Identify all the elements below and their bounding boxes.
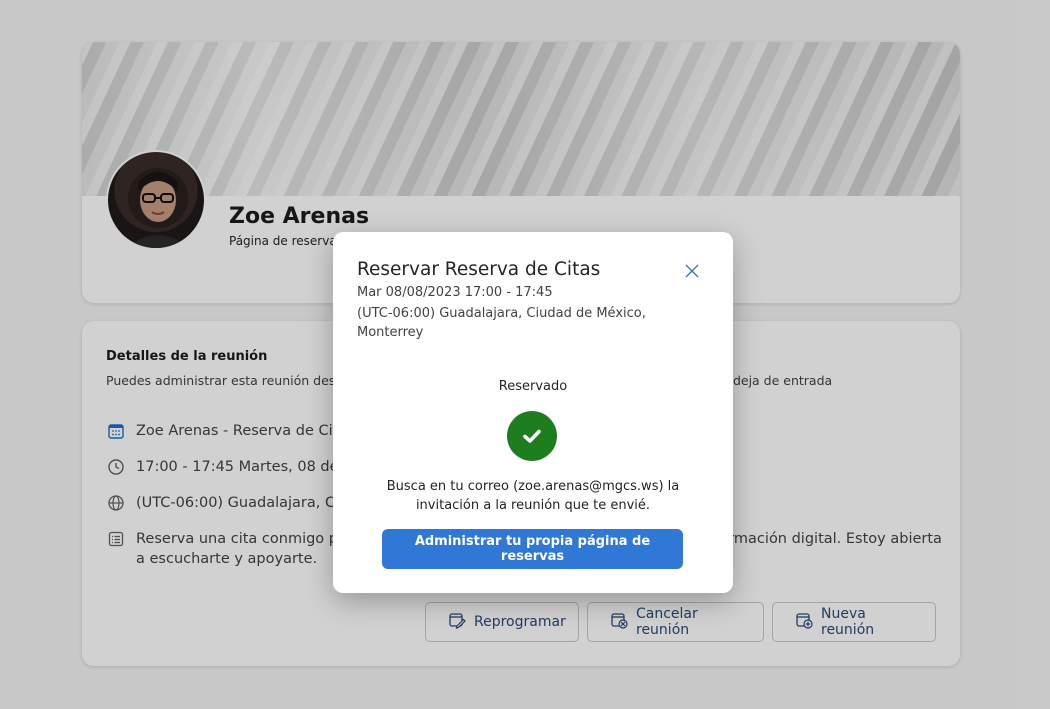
success-check-icon xyxy=(507,411,557,461)
booking-confirmation-dialog: Reservar Reserva de Citas Mar 08/08/2023… xyxy=(333,232,733,593)
booking-status: Reservado xyxy=(498,379,568,394)
confirmation-message: Busca en tu correo (zoe.arenas@mgcs.ws) … xyxy=(386,479,680,513)
close-button[interactable] xyxy=(682,261,702,281)
manage-booking-page-button[interactable]: Administrar tu propia página de reservas xyxy=(382,529,683,569)
dialog-timezone: (UTC-06:00) Guadalajara, Ciudad de Méxic… xyxy=(357,306,646,340)
close-icon xyxy=(685,264,699,278)
dialog-date: Mar 08/08/2023 17:00 - 17:45 xyxy=(357,285,553,300)
dialog-title: Reservar Reserva de Citas xyxy=(357,259,601,280)
